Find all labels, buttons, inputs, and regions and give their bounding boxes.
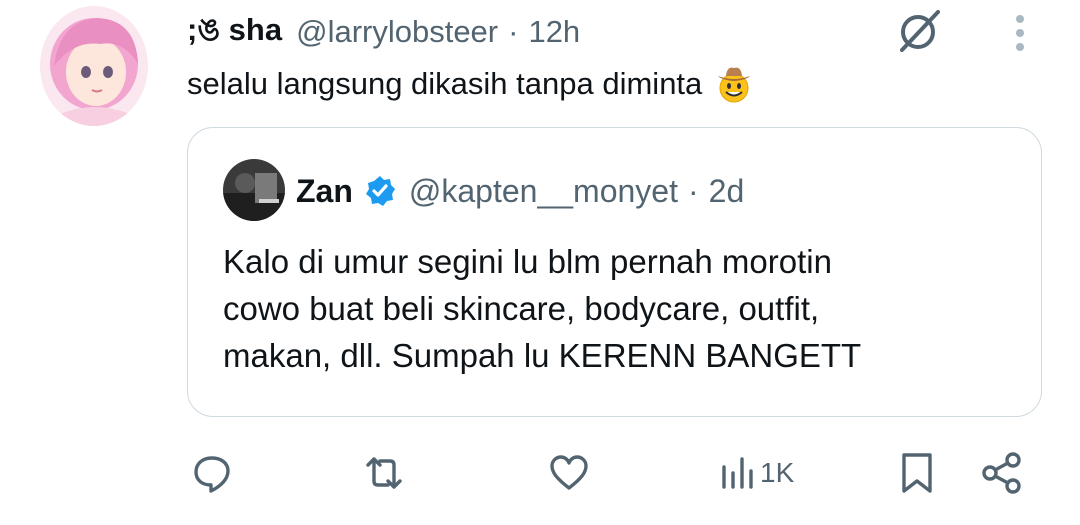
reply-icon xyxy=(194,456,230,493)
time-separator: · xyxy=(508,14,519,49)
bookmark-button[interactable] xyxy=(898,448,936,498)
author-display-name[interactable]: ;ঙ sha xyxy=(187,6,282,58)
share-icon xyxy=(982,452,1021,494)
author-avatar[interactable] xyxy=(40,6,148,126)
views-button[interactable]: 1K xyxy=(718,448,794,498)
like-icon xyxy=(550,455,588,490)
verified-badge-icon xyxy=(363,174,397,208)
reply-button[interactable] xyxy=(190,448,234,498)
quoted-tweet-text: Kalo di umur segini lu blm pernah moroti… xyxy=(223,238,1023,379)
grok-icon[interactable] xyxy=(894,6,944,56)
cowboy-face-emoji-icon xyxy=(714,64,754,104)
views-icon xyxy=(722,457,753,489)
retweet-icon xyxy=(366,457,402,489)
quoted-time-separator: · xyxy=(687,172,699,209)
author-handle[interactable]: @larrylobsteer xyxy=(296,14,498,50)
retweet-button[interactable] xyxy=(360,448,408,498)
quoted-tweet-time[interactable]: 2d xyxy=(709,173,745,210)
tweet-action-bar: 1K xyxy=(0,448,1080,498)
tweet-text-content: selalu langsung dikasih tanpa diminta xyxy=(187,66,703,101)
quoted-tweet-card[interactable]: Zan @kapten__monyet · 2d Kalo di umur se… xyxy=(187,127,1042,417)
tweet-time[interactable]: 12h xyxy=(528,14,580,50)
quoted-text-line: cowo buat beli skincare, bodycare, outfi… xyxy=(223,290,820,327)
quoted-author-name[interactable]: Zan xyxy=(296,173,353,210)
quoted-text-line: makan, dll. Sumpah lu KERENN BANGETT xyxy=(223,337,862,374)
quoted-author-handle[interactable]: @kapten__monyet xyxy=(409,173,678,210)
like-button[interactable] xyxy=(548,448,590,498)
bookmark-icon xyxy=(902,453,932,493)
share-button[interactable] xyxy=(980,448,1024,498)
tweet-text: selalu langsung dikasih tanpa diminta xyxy=(187,64,754,104)
views-count: 1K xyxy=(760,457,795,488)
more-options-icon[interactable] xyxy=(1004,14,1036,54)
quoted-author-avatar[interactable] xyxy=(223,159,285,221)
tweet-header: ;ঙ sha @larrylobsteer · 12h xyxy=(187,10,580,54)
quoted-text-line: Kalo di umur segini lu blm pernah moroti… xyxy=(223,243,832,280)
quoted-tweet-header: Zan @kapten__monyet · 2d xyxy=(296,168,744,214)
